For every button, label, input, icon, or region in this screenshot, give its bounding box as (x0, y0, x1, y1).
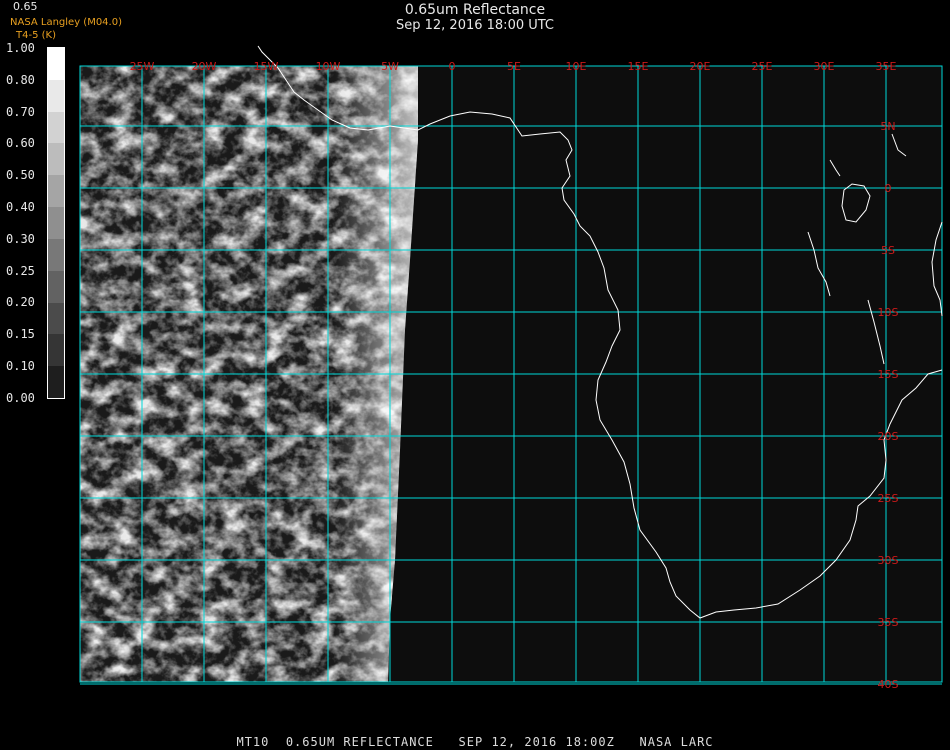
latitude-label: 15S (878, 368, 899, 381)
longitude-label: 5W (381, 60, 399, 73)
latitude-label: 5N (880, 120, 895, 133)
latitude-label: 40S (878, 678, 899, 691)
longitude-label: 20W (192, 60, 217, 73)
latitude-label: 0 (885, 182, 892, 195)
longitude-label: 10W (316, 60, 341, 73)
longitude-label: 0 (449, 60, 456, 73)
latitude-label: 10S (878, 306, 899, 319)
satellite-map: 25W 20W 15W 10W 5W 0 5E 10E 15E 20E 25E 30E 35E 5N 0 5… (79, 45, 943, 691)
latitude-label: 35S (878, 616, 899, 629)
latitude-label: 25S (878, 492, 899, 505)
longitude-label: 35E (876, 60, 897, 73)
footer-caption: MT10 0.65UM REFLECTANCE SEP 12, 2016 18:… (236, 735, 714, 749)
longitude-label: 5E (507, 60, 521, 73)
latitude-label: 20S (878, 430, 899, 443)
longitude-label: 25E (752, 60, 773, 73)
longitude-label: 30E (814, 60, 835, 73)
latitude-label: 30S (878, 554, 899, 567)
longitude-label: 25W (130, 60, 155, 73)
longitude-label: 15W (254, 60, 279, 73)
longitude-label: 15E (628, 60, 649, 73)
longitude-label: 10E (566, 60, 587, 73)
latitude-label: 5S (881, 244, 895, 257)
longitude-label: 20E (690, 60, 711, 73)
